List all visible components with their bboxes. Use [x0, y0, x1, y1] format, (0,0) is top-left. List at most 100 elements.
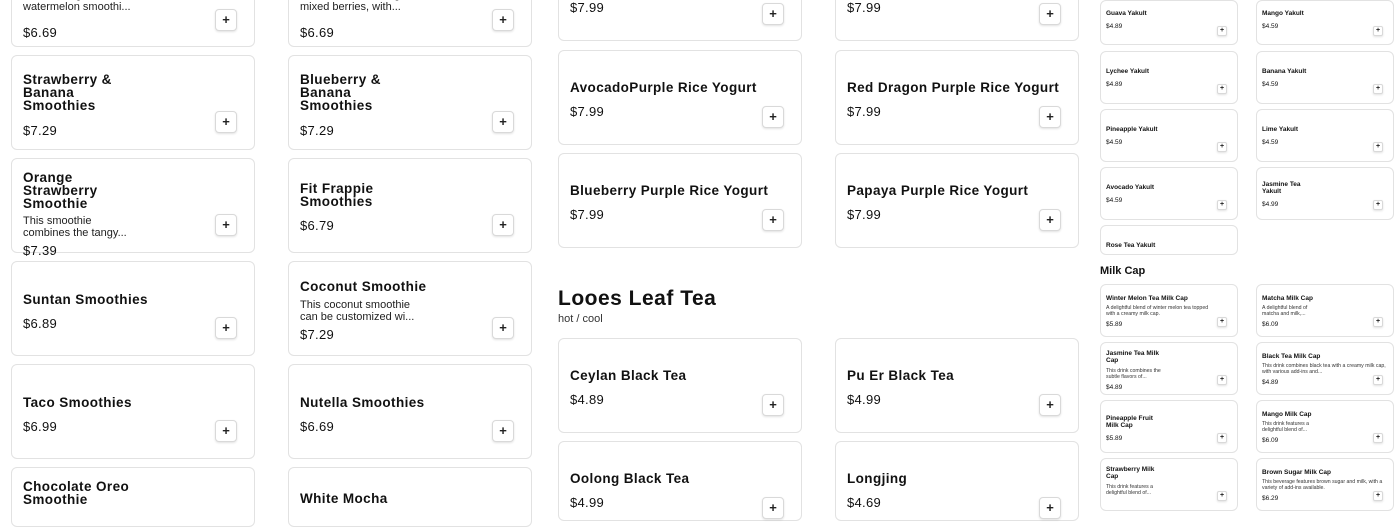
menu-item-card[interactable]: Coconut Smoothie This coconut smoothie c… — [288, 261, 532, 356]
menu-item-card[interactable]: Strawberry Milk Cap This drink features … — [1100, 458, 1238, 511]
menu-item-card[interactable]: Longjing $4.69 + — [835, 441, 1079, 521]
menu-item-card[interactable]: White Mocha — [288, 467, 532, 527]
menu-item-card[interactable]: Banana Yakult $4.59 + — [1256, 51, 1394, 104]
item-name: Nutella Smoothies — [300, 395, 425, 410]
item-description: This beverage features brown sugar and m… — [1262, 479, 1383, 491]
menu-item-card[interactable]: Winter Melon Tea Milk Cap A delightful b… — [1100, 284, 1238, 337]
menu-item-card[interactable]: Fit Frappie Smoothies $6.79 + — [288, 158, 532, 253]
menu-item-card[interactable]: Chocolate Oreo Smoothie — [11, 467, 255, 527]
item-name: Mango Yakult — [1262, 10, 1304, 17]
menu-item-card[interactable]: $7.99 + — [558, 0, 802, 41]
menu-item-card[interactable]: Pu Er Black Tea $4.99 + — [835, 338, 1079, 433]
add-to-cart-button[interactable]: + — [1373, 84, 1383, 94]
add-to-cart-button[interactable]: + — [492, 214, 514, 236]
add-to-cart-button[interactable]: + — [1373, 142, 1383, 152]
menu-item-card[interactable]: Orange Strawberry Smoothie This smoothie… — [11, 158, 255, 258]
menu-item-card[interactable]: Papaya Purple Rice Yogurt $7.99 + — [835, 153, 1079, 248]
menu-item-card[interactable]: Ceylan Black Tea $4.89 + — [558, 338, 802, 433]
menu-item-card[interactable]: Strawberry & Banana Smoothies $7.29 + — [11, 55, 255, 150]
menu-item-card[interactable]: Mango Milk Cap This drink features a del… — [1256, 400, 1394, 453]
item-price: $7.99 — [847, 0, 882, 15]
menu-item-card[interactable]: A refreshing watermelon smoothi... $6.69… — [11, 0, 255, 47]
menu-item-card[interactable]: Lime Yakult $4.59 + — [1256, 109, 1394, 162]
add-to-cart-button[interactable]: + — [1217, 375, 1227, 385]
add-to-cart-button[interactable]: + — [215, 111, 237, 133]
add-to-cart-button[interactable]: + — [1217, 26, 1227, 36]
menu-item-card[interactable]: Lychee Yakult $4.89 + — [1100, 51, 1238, 104]
item-name: Rose Tea Yakult — [1106, 242, 1156, 249]
item-name: Strawberry Milk Cap — [1106, 466, 1155, 480]
add-to-cart-button[interactable]: + — [1373, 375, 1383, 385]
menu-item-card[interactable]: Jasmine Tea Yakult $4.99 + — [1256, 167, 1394, 220]
menu-item-card[interactable]: Oolong Black Tea $4.99 + — [558, 441, 802, 521]
add-to-cart-button[interactable]: + — [1039, 497, 1061, 519]
item-price: $4.59 — [1262, 81, 1279, 88]
add-to-cart-button[interactable]: + — [1217, 200, 1227, 210]
menu-item-card[interactable]: Guava Yakult $4.89 + — [1100, 0, 1238, 45]
item-name: Matcha Milk Cap — [1262, 295, 1313, 302]
menu-item-card[interactable]: Pineapple Yakult $4.59 + — [1100, 109, 1238, 162]
add-to-cart-button[interactable]: + — [1039, 3, 1061, 25]
menu-item-card[interactable]: A smoothie featuring mixed berries, with… — [288, 0, 532, 47]
menu-item-card[interactable]: Blueberry Purple Rice Yogurt $7.99 + — [558, 153, 802, 248]
add-to-cart-button[interactable]: + — [1217, 433, 1227, 443]
add-to-cart-button[interactable]: + — [1373, 433, 1383, 443]
menu-item-card[interactable]: AvocadoPurple Rice Yogurt $7.99 + — [558, 50, 802, 145]
add-to-cart-button[interactable]: + — [1217, 142, 1227, 152]
item-price: $4.59 — [1106, 197, 1123, 204]
item-name: Fit Frappie Smoothies — [300, 181, 374, 209]
item-name: Pineapple Yakult — [1106, 126, 1158, 133]
menu-item-card[interactable]: Brown Sugar Milk Cap This beverage featu… — [1256, 458, 1394, 511]
add-to-cart-button[interactable]: + — [215, 214, 237, 236]
menu-item-card[interactable]: Red Dragon Purple Rice Yogurt $7.99 + — [835, 50, 1079, 145]
add-to-cart-button[interactable]: + — [1039, 209, 1061, 231]
item-price: $6.89 — [23, 316, 58, 331]
add-to-cart-button[interactable]: + — [492, 317, 514, 339]
menu-item-card[interactable]: Avocado Yakult $4.59 + — [1100, 167, 1238, 220]
add-to-cart-button[interactable]: + — [762, 106, 784, 128]
item-name: Suntan Smoothies — [23, 292, 148, 307]
menu-item-card[interactable]: Blueberry & Banana Smoothies $7.29 + — [288, 55, 532, 150]
item-name: Mango Milk Cap — [1262, 411, 1312, 418]
add-to-cart-button[interactable]: + — [1373, 317, 1383, 327]
item-price: $4.59 — [1262, 139, 1279, 146]
item-price: $4.69 — [847, 495, 882, 510]
item-name: White Mocha — [300, 491, 388, 506]
item-name: Longjing — [847, 471, 908, 486]
item-description: A smoothie featuring mixed berries, with… — [300, 0, 401, 13]
menu-item-card[interactable]: Rose Tea Yakult — [1100, 225, 1238, 255]
item-price: $6.09 — [1262, 321, 1279, 328]
item-price: $4.89 — [1106, 384, 1123, 391]
item-price: $5.89 — [1106, 321, 1123, 328]
menu-item-card[interactable]: Mango Yakult $4.59 + — [1256, 0, 1394, 45]
add-to-cart-button[interactable]: + — [215, 420, 237, 442]
add-to-cart-button[interactable]: + — [492, 9, 514, 31]
menu-item-card[interactable]: Jasmine Tea Milk Cap This drink combines… — [1100, 342, 1238, 395]
add-to-cart-button[interactable]: + — [1217, 84, 1227, 94]
add-to-cart-button[interactable]: + — [1373, 26, 1383, 36]
add-to-cart-button[interactable]: + — [1373, 200, 1383, 210]
menu-item-card[interactable]: Black Tea Milk Cap This drink combines b… — [1256, 342, 1394, 395]
add-to-cart-button[interactable]: + — [762, 497, 784, 519]
item-name: Guava Yakult — [1106, 10, 1147, 17]
add-to-cart-button[interactable]: + — [762, 209, 784, 231]
menu-item-card[interactable]: Matcha Milk Cap A delightful blend of ma… — [1256, 284, 1394, 337]
item-price: $7.99 — [570, 207, 605, 222]
menu-item-card[interactable]: Suntan Smoothies $6.89 + — [11, 261, 255, 356]
add-to-cart-button[interactable]: + — [1039, 394, 1061, 416]
item-description: A refreshing watermelon smoothi... — [23, 0, 131, 13]
add-to-cart-button[interactable]: + — [492, 111, 514, 133]
add-to-cart-button[interactable]: + — [762, 3, 784, 25]
add-to-cart-button[interactable]: + — [1217, 317, 1227, 327]
menu-item-card[interactable]: Nutella Smoothies $6.69 + — [288, 364, 532, 459]
add-to-cart-button[interactable]: + — [215, 9, 237, 31]
menu-item-card[interactable]: Pineapple Fruit Milk Cap $5.89 + — [1100, 400, 1238, 453]
add-to-cart-button[interactable]: + — [762, 394, 784, 416]
add-to-cart-button[interactable]: + — [1039, 106, 1061, 128]
add-to-cart-button[interactable]: + — [215, 317, 237, 339]
item-name: Pineapple Fruit Milk Cap — [1106, 415, 1153, 429]
item-price: $4.59 — [1262, 23, 1279, 30]
add-to-cart-button[interactable]: + — [492, 420, 514, 442]
menu-item-card[interactable]: Taco Smoothies $6.99 + — [11, 364, 255, 459]
menu-item-card[interactable]: $7.99 + — [835, 0, 1079, 41]
